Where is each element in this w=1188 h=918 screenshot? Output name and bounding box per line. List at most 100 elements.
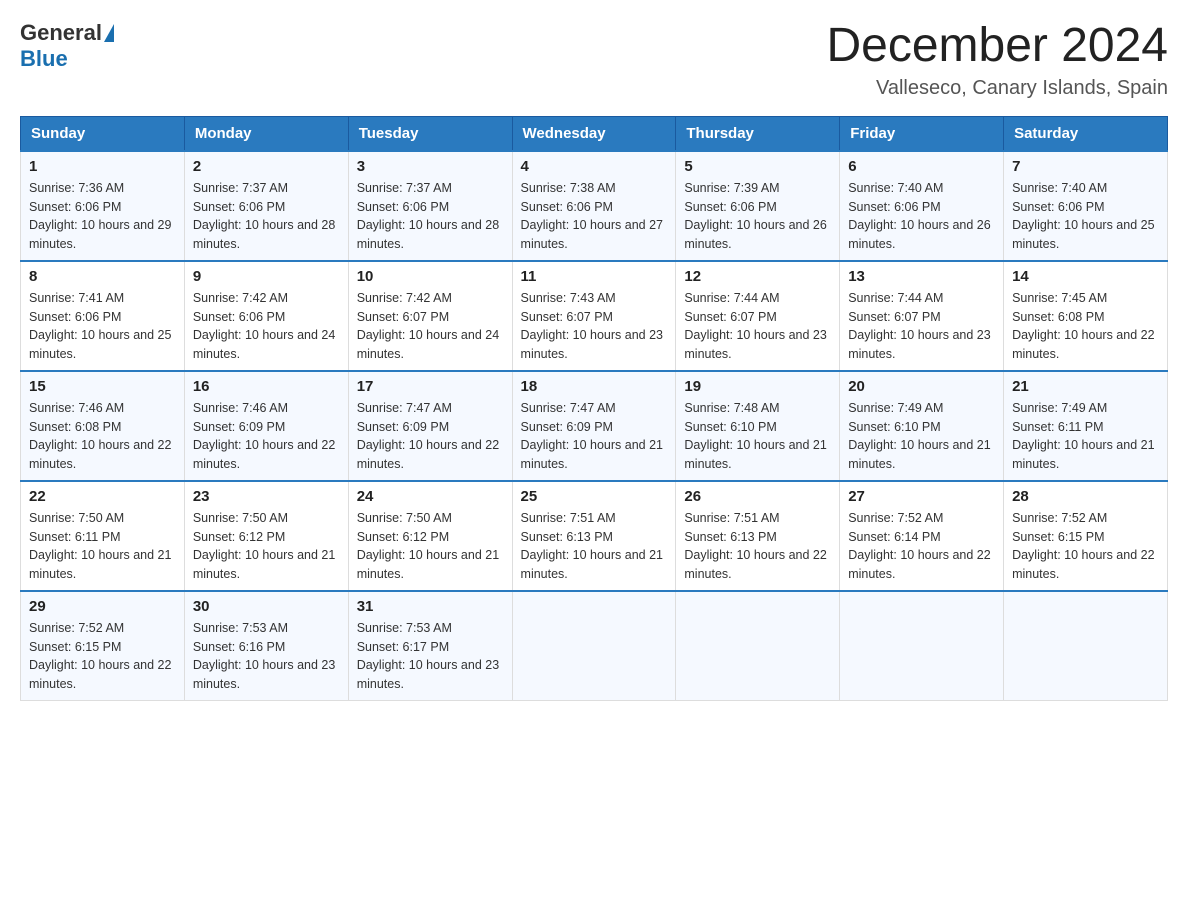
day-info: Sunrise: 7:52 AM Sunset: 6:14 PM Dayligh… [848, 509, 995, 584]
table-row: 20 Sunrise: 7:49 AM Sunset: 6:10 PM Dayl… [840, 371, 1004, 481]
calendar-table: Sunday Monday Tuesday Wednesday Thursday… [20, 116, 1168, 702]
day-info: Sunrise: 7:48 AM Sunset: 6:10 PM Dayligh… [684, 399, 831, 474]
day-number: 9 [193, 268, 340, 285]
month-title: December 2024 [826, 20, 1168, 73]
day-info: Sunrise: 7:37 AM Sunset: 6:06 PM Dayligh… [193, 179, 340, 254]
day-number: 2 [193, 158, 340, 175]
day-number: 1 [29, 158, 176, 175]
day-number: 4 [521, 158, 668, 175]
day-number: 29 [29, 598, 176, 615]
calendar-week-row: 15 Sunrise: 7:46 AM Sunset: 6:08 PM Dayl… [21, 371, 1168, 481]
table-row: 19 Sunrise: 7:48 AM Sunset: 6:10 PM Dayl… [676, 371, 840, 481]
day-info: Sunrise: 7:40 AM Sunset: 6:06 PM Dayligh… [848, 179, 995, 254]
day-number: 20 [848, 378, 995, 395]
day-number: 23 [193, 488, 340, 505]
day-number: 6 [848, 158, 995, 175]
calendar-week-row: 8 Sunrise: 7:41 AM Sunset: 6:06 PM Dayli… [21, 261, 1168, 371]
logo: General Blue [20, 20, 114, 72]
day-info: Sunrise: 7:51 AM Sunset: 6:13 PM Dayligh… [521, 509, 668, 584]
table-row [1004, 591, 1168, 701]
day-info: Sunrise: 7:53 AM Sunset: 6:16 PM Dayligh… [193, 619, 340, 694]
calendar-week-row: 29 Sunrise: 7:52 AM Sunset: 6:15 PM Dayl… [21, 591, 1168, 701]
calendar-week-row: 22 Sunrise: 7:50 AM Sunset: 6:11 PM Dayl… [21, 481, 1168, 591]
table-row: 22 Sunrise: 7:50 AM Sunset: 6:11 PM Dayl… [21, 481, 185, 591]
day-info: Sunrise: 7:45 AM Sunset: 6:08 PM Dayligh… [1012, 289, 1159, 364]
table-row: 7 Sunrise: 7:40 AM Sunset: 6:06 PM Dayli… [1004, 151, 1168, 261]
day-info: Sunrise: 7:46 AM Sunset: 6:08 PM Dayligh… [29, 399, 176, 474]
table-row [512, 591, 676, 701]
day-info: Sunrise: 7:44 AM Sunset: 6:07 PM Dayligh… [684, 289, 831, 364]
day-number: 15 [29, 378, 176, 395]
day-number: 12 [684, 268, 831, 285]
logo-triangle-icon [104, 24, 114, 42]
table-row: 30 Sunrise: 7:53 AM Sunset: 6:16 PM Dayl… [184, 591, 348, 701]
day-number: 25 [521, 488, 668, 505]
day-number: 24 [357, 488, 504, 505]
day-number: 31 [357, 598, 504, 615]
table-row: 11 Sunrise: 7:43 AM Sunset: 6:07 PM Dayl… [512, 261, 676, 371]
day-info: Sunrise: 7:49 AM Sunset: 6:10 PM Dayligh… [848, 399, 995, 474]
day-number: 14 [1012, 268, 1159, 285]
day-number: 7 [1012, 158, 1159, 175]
day-number: 16 [193, 378, 340, 395]
table-row: 27 Sunrise: 7:52 AM Sunset: 6:14 PM Dayl… [840, 481, 1004, 591]
table-row: 10 Sunrise: 7:42 AM Sunset: 6:07 PM Dayl… [348, 261, 512, 371]
day-info: Sunrise: 7:43 AM Sunset: 6:07 PM Dayligh… [521, 289, 668, 364]
day-number: 3 [357, 158, 504, 175]
table-row: 17 Sunrise: 7:47 AM Sunset: 6:09 PM Dayl… [348, 371, 512, 481]
page-header: General Blue December 2024 Valleseco, Ca… [20, 20, 1168, 100]
location-subtitle: Valleseco, Canary Islands, Spain [826, 77, 1168, 100]
day-number: 10 [357, 268, 504, 285]
logo-general: General [20, 20, 102, 46]
day-number: 13 [848, 268, 995, 285]
day-info: Sunrise: 7:52 AM Sunset: 6:15 PM Dayligh… [1012, 509, 1159, 584]
table-row: 5 Sunrise: 7:39 AM Sunset: 6:06 PM Dayli… [676, 151, 840, 261]
col-tuesday: Tuesday [348, 116, 512, 151]
table-row: 3 Sunrise: 7:37 AM Sunset: 6:06 PM Dayli… [348, 151, 512, 261]
title-block: December 2024 Valleseco, Canary Islands,… [826, 20, 1168, 100]
table-row: 6 Sunrise: 7:40 AM Sunset: 6:06 PM Dayli… [840, 151, 1004, 261]
col-saturday: Saturday [1004, 116, 1168, 151]
table-row: 4 Sunrise: 7:38 AM Sunset: 6:06 PM Dayli… [512, 151, 676, 261]
day-number: 28 [1012, 488, 1159, 505]
day-info: Sunrise: 7:44 AM Sunset: 6:07 PM Dayligh… [848, 289, 995, 364]
day-info: Sunrise: 7:50 AM Sunset: 6:12 PM Dayligh… [193, 509, 340, 584]
day-info: Sunrise: 7:42 AM Sunset: 6:07 PM Dayligh… [357, 289, 504, 364]
day-info: Sunrise: 7:52 AM Sunset: 6:15 PM Dayligh… [29, 619, 176, 694]
day-info: Sunrise: 7:47 AM Sunset: 6:09 PM Dayligh… [357, 399, 504, 474]
day-info: Sunrise: 7:38 AM Sunset: 6:06 PM Dayligh… [521, 179, 668, 254]
table-row: 16 Sunrise: 7:46 AM Sunset: 6:09 PM Dayl… [184, 371, 348, 481]
table-row: 31 Sunrise: 7:53 AM Sunset: 6:17 PM Dayl… [348, 591, 512, 701]
day-number: 11 [521, 268, 668, 285]
logo-blue: Blue [20, 46, 68, 72]
day-info: Sunrise: 7:46 AM Sunset: 6:09 PM Dayligh… [193, 399, 340, 474]
day-number: 26 [684, 488, 831, 505]
day-number: 17 [357, 378, 504, 395]
calendar-week-row: 1 Sunrise: 7:36 AM Sunset: 6:06 PM Dayli… [21, 151, 1168, 261]
day-number: 27 [848, 488, 995, 505]
table-row: 12 Sunrise: 7:44 AM Sunset: 6:07 PM Dayl… [676, 261, 840, 371]
table-row: 28 Sunrise: 7:52 AM Sunset: 6:15 PM Dayl… [1004, 481, 1168, 591]
col-sunday: Sunday [21, 116, 185, 151]
table-row [676, 591, 840, 701]
col-monday: Monday [184, 116, 348, 151]
day-number: 18 [521, 378, 668, 395]
col-wednesday: Wednesday [512, 116, 676, 151]
day-info: Sunrise: 7:40 AM Sunset: 6:06 PM Dayligh… [1012, 179, 1159, 254]
col-friday: Friday [840, 116, 1004, 151]
day-info: Sunrise: 7:50 AM Sunset: 6:12 PM Dayligh… [357, 509, 504, 584]
table-row: 2 Sunrise: 7:37 AM Sunset: 6:06 PM Dayli… [184, 151, 348, 261]
table-row: 24 Sunrise: 7:50 AM Sunset: 6:12 PM Dayl… [348, 481, 512, 591]
day-info: Sunrise: 7:49 AM Sunset: 6:11 PM Dayligh… [1012, 399, 1159, 474]
day-info: Sunrise: 7:42 AM Sunset: 6:06 PM Dayligh… [193, 289, 340, 364]
col-thursday: Thursday [676, 116, 840, 151]
calendar-header-row: Sunday Monday Tuesday Wednesday Thursday… [21, 116, 1168, 151]
day-number: 21 [1012, 378, 1159, 395]
day-number: 5 [684, 158, 831, 175]
table-row: 18 Sunrise: 7:47 AM Sunset: 6:09 PM Dayl… [512, 371, 676, 481]
table-row: 13 Sunrise: 7:44 AM Sunset: 6:07 PM Dayl… [840, 261, 1004, 371]
day-info: Sunrise: 7:37 AM Sunset: 6:06 PM Dayligh… [357, 179, 504, 254]
table-row: 1 Sunrise: 7:36 AM Sunset: 6:06 PM Dayli… [21, 151, 185, 261]
table-row: 26 Sunrise: 7:51 AM Sunset: 6:13 PM Dayl… [676, 481, 840, 591]
table-row: 29 Sunrise: 7:52 AM Sunset: 6:15 PM Dayl… [21, 591, 185, 701]
